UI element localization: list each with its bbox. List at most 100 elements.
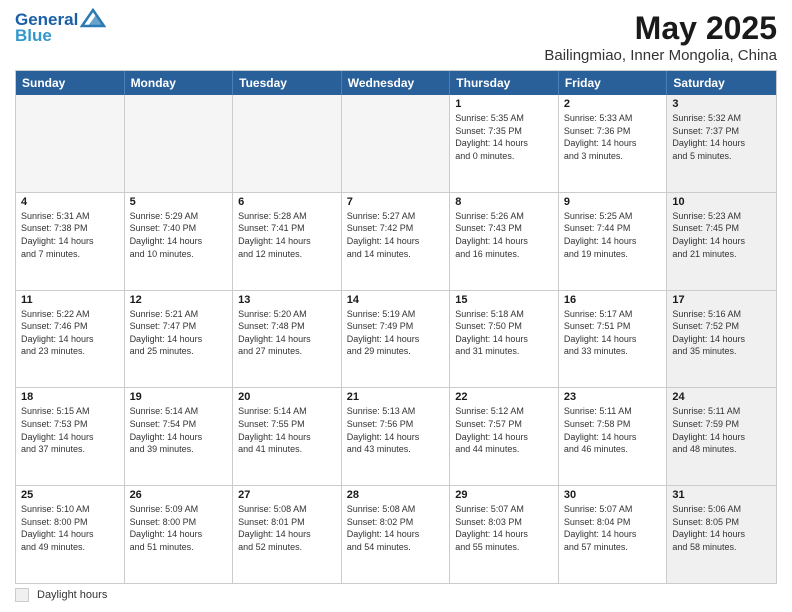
day-number: 27 [238, 489, 336, 501]
cal-cell: 5 Sunrise: 5:29 AM Sunset: 7:40 PM Daylig… [125, 193, 234, 290]
cell-info: Sunrise: 5:14 AM Sunset: 7:54 PM Dayligh… [130, 405, 228, 455]
day-number: 9 [564, 196, 662, 208]
day-number: 14 [347, 294, 445, 306]
subtitle: Bailingmiao, Inner Mongolia, China [544, 47, 777, 64]
cal-cell [125, 95, 234, 192]
cal-cell: 4 Sunrise: 5:31 AM Sunset: 7:38 PM Daylig… [16, 193, 125, 290]
cell-info: Sunrise: 5:14 AM Sunset: 7:55 PM Dayligh… [238, 405, 336, 455]
cal-cell: 15Sunrise: 5:18 AM Sunset: 7:50 PM Dayli… [450, 291, 559, 388]
cell-info: Sunrise: 5:21 AM Sunset: 7:47 PM Dayligh… [130, 308, 228, 358]
cell-info: Sunrise: 5:12 AM Sunset: 7:57 PM Dayligh… [455, 405, 553, 455]
cell-info: Sunrise: 5:20 AM Sunset: 7:48 PM Dayligh… [238, 308, 336, 358]
day-number: 6 [238, 196, 336, 208]
day-number: 18 [21, 391, 119, 403]
day-number: 24 [672, 391, 771, 403]
calendar-body: 1Sunrise: 5:35 AM Sunset: 7:35 PM Daylig… [16, 95, 776, 583]
cell-info: Sunrise: 5:07 AM Sunset: 8:03 PM Dayligh… [455, 503, 553, 553]
cell-info: Sunrise: 5:10 AM Sunset: 8:00 PM Dayligh… [21, 503, 119, 553]
day-number: 7 [347, 196, 445, 208]
cal-cell: 31 Sunrise: 5:06 AM Sunset: 8:05 PM Dayli… [667, 486, 776, 583]
cal-cell: 16Sunrise: 5:17 AM Sunset: 7:51 PM Dayli… [559, 291, 668, 388]
day-number: 17 [672, 294, 771, 306]
day-number: 22 [455, 391, 553, 403]
cell-info: Sunrise: 5:06 AM Sunset: 8:05 PM Dayligh… [672, 503, 771, 553]
day-number: 8 [455, 196, 553, 208]
cal-cell: 9 Sunrise: 5:25 AM Sunset: 7:44 PM Daylig… [559, 193, 668, 290]
legend-label: Daylight hours [37, 589, 107, 601]
day-number: 31 [672, 489, 771, 501]
cell-info: Sunrise: 5:28 AM Sunset: 7:41 PM Dayligh… [238, 210, 336, 260]
cell-info: Sunrise: 5:31 AM Sunset: 7:38 PM Dayligh… [21, 210, 119, 260]
header-sunday: Sunday [16, 71, 125, 95]
day-number: 19 [130, 391, 228, 403]
cal-row-3: 11 Sunrise: 5:22 AM Sunset: 7:46 PM Dayli… [16, 291, 776, 389]
day-number: 26 [130, 489, 228, 501]
cal-cell: 3 Sunrise: 5:32 AM Sunset: 7:37 PM Daylig… [667, 95, 776, 192]
day-number: 21 [347, 391, 445, 403]
cell-info: Sunrise: 5:15 AM Sunset: 7:53 PM Dayligh… [21, 405, 119, 455]
cal-cell: 28 Sunrise: 5:08 AM Sunset: 8:02 PM Dayli… [342, 486, 451, 583]
page: General Blue May 2025 Bailingmiao, Inner… [0, 0, 792, 612]
calendar: Sunday Monday Tuesday Wednesday Thursday… [15, 70, 777, 584]
cal-row-1: 1Sunrise: 5:35 AM Sunset: 7:35 PM Daylig… [16, 95, 776, 193]
header-friday: Friday [559, 71, 668, 95]
day-number: 15 [455, 294, 553, 306]
cal-row-2: 4 Sunrise: 5:31 AM Sunset: 7:38 PM Daylig… [16, 193, 776, 291]
cal-cell [342, 95, 451, 192]
day-number: 28 [347, 489, 445, 501]
cal-cell: 7Sunrise: 5:27 AM Sunset: 7:42 PM Daylig… [342, 193, 451, 290]
cal-cell: 30Sunrise: 5:07 AM Sunset: 8:04 PM Dayli… [559, 486, 668, 583]
cal-cell: 13 Sunrise: 5:20 AM Sunset: 7:48 PM Dayli… [233, 291, 342, 388]
day-number: 4 [21, 196, 119, 208]
cal-cell: 19 Sunrise: 5:14 AM Sunset: 7:54 PM Dayli… [125, 388, 234, 485]
cal-cell: 14 Sunrise: 5:19 AM Sunset: 7:49 PM Dayli… [342, 291, 451, 388]
day-number: 29 [455, 489, 553, 501]
cal-cell: 2Sunrise: 5:33 AM Sunset: 7:36 PM Daylig… [559, 95, 668, 192]
cal-cell: 29 Sunrise: 5:07 AM Sunset: 8:03 PM Dayli… [450, 486, 559, 583]
cell-info: Sunrise: 5:22 AM Sunset: 7:46 PM Dayligh… [21, 308, 119, 358]
header-wednesday: Wednesday [342, 71, 451, 95]
cell-info: Sunrise: 5:08 AM Sunset: 8:01 PM Dayligh… [238, 503, 336, 553]
header-monday: Monday [125, 71, 234, 95]
day-number: 5 [130, 196, 228, 208]
day-number: 1 [455, 98, 553, 110]
logo: General Blue [15, 10, 106, 46]
cal-cell: 25 Sunrise: 5:10 AM Sunset: 8:00 PM Dayli… [16, 486, 125, 583]
header-saturday: Saturday [667, 71, 776, 95]
cal-cell: 1Sunrise: 5:35 AM Sunset: 7:35 PM Daylig… [450, 95, 559, 192]
cell-info: Sunrise: 5:23 AM Sunset: 7:45 PM Dayligh… [672, 210, 771, 260]
day-number: 12 [130, 294, 228, 306]
logo-blue: Blue [15, 26, 52, 46]
day-number: 25 [21, 489, 119, 501]
cell-info: Sunrise: 5:09 AM Sunset: 8:00 PM Dayligh… [130, 503, 228, 553]
cal-cell: 22 Sunrise: 5:12 AM Sunset: 7:57 PM Dayli… [450, 388, 559, 485]
header: General Blue May 2025 Bailingmiao, Inner… [15, 10, 777, 64]
cal-cell: 21Sunrise: 5:13 AM Sunset: 7:56 PM Dayli… [342, 388, 451, 485]
cal-cell: 12 Sunrise: 5:21 AM Sunset: 7:47 PM Dayli… [125, 291, 234, 388]
day-number: 13 [238, 294, 336, 306]
cal-cell: 23 Sunrise: 5:11 AM Sunset: 7:58 PM Dayli… [559, 388, 668, 485]
cell-info: Sunrise: 5:19 AM Sunset: 7:49 PM Dayligh… [347, 308, 445, 358]
cell-info: Sunrise: 5:11 AM Sunset: 7:58 PM Dayligh… [564, 405, 662, 455]
day-number: 11 [21, 294, 119, 306]
cell-info: Sunrise: 5:08 AM Sunset: 8:02 PM Dayligh… [347, 503, 445, 553]
day-number: 30 [564, 489, 662, 501]
cal-row-5: 25 Sunrise: 5:10 AM Sunset: 8:00 PM Dayli… [16, 486, 776, 583]
cal-cell [233, 95, 342, 192]
cell-info: Sunrise: 5:25 AM Sunset: 7:44 PM Dayligh… [564, 210, 662, 260]
title-block: May 2025 Bailingmiao, Inner Mongolia, Ch… [544, 10, 777, 64]
cal-cell: 17Sunrise: 5:16 AM Sunset: 7:52 PM Dayli… [667, 291, 776, 388]
cal-cell: 24 Sunrise: 5:11 AM Sunset: 7:59 PM Dayli… [667, 388, 776, 485]
cal-cell: 8Sunrise: 5:26 AM Sunset: 7:43 PM Daylig… [450, 193, 559, 290]
cal-cell: 27 Sunrise: 5:08 AM Sunset: 8:01 PM Dayli… [233, 486, 342, 583]
calendar-header: Sunday Monday Tuesday Wednesday Thursday… [16, 71, 776, 95]
header-thursday: Thursday [450, 71, 559, 95]
legend-box [15, 588, 29, 602]
day-number: 3 [672, 98, 771, 110]
cell-info: Sunrise: 5:29 AM Sunset: 7:40 PM Dayligh… [130, 210, 228, 260]
cal-cell: 26 Sunrise: 5:09 AM Sunset: 8:00 PM Dayli… [125, 486, 234, 583]
day-number: 23 [564, 391, 662, 403]
cell-info: Sunrise: 5:11 AM Sunset: 7:59 PM Dayligh… [672, 405, 771, 455]
cell-info: Sunrise: 5:32 AM Sunset: 7:37 PM Dayligh… [672, 112, 771, 162]
cal-cell: 6 Sunrise: 5:28 AM Sunset: 7:41 PM Daylig… [233, 193, 342, 290]
